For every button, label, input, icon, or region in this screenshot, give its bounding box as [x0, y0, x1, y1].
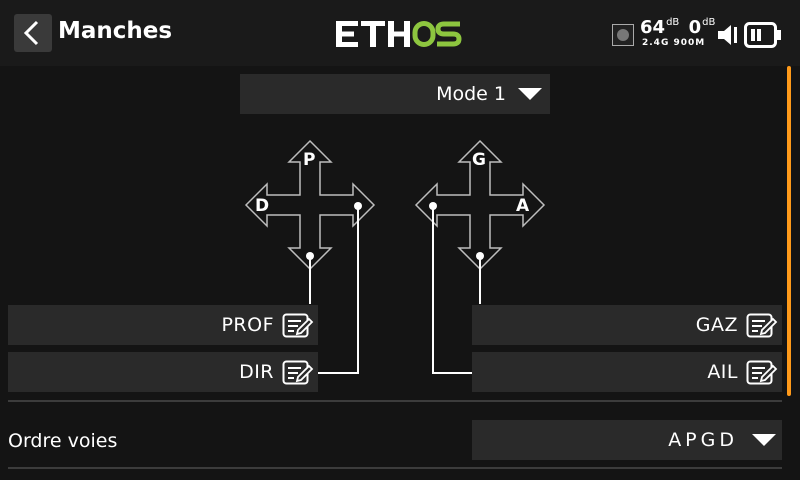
channel-gaz-label: GAZ: [695, 314, 738, 336]
channel-ail-field[interactable]: AIL: [472, 352, 782, 392]
back-button[interactable]: [14, 14, 52, 52]
mode-select[interactable]: Mode 1: [240, 74, 550, 114]
status-area: 64dB 0dB 2.4G 900M: [612, 16, 792, 52]
edit-icon[interactable]: [746, 360, 778, 386]
back-icon: [23, 20, 39, 46]
speaker-icon: [718, 25, 737, 45]
divider-top: [8, 400, 782, 402]
edit-icon[interactable]: [282, 360, 314, 386]
rssi-readout: 64dB 0dB: [640, 17, 716, 38]
left-stick-left-label: D: [255, 196, 270, 216]
channel-order-value: APGD: [668, 429, 738, 451]
channel-dir-field[interactable]: DIR: [8, 352, 318, 392]
mode-select-value: Mode 1: [436, 83, 506, 105]
header-bar: Manches 64dB 0dB 2.4G 900M: [0, 0, 800, 66]
left-stick-up-label: P: [303, 150, 316, 170]
record-icon: [612, 24, 634, 46]
channel-dir-label: DIR: [239, 361, 274, 383]
main-panel: [0, 66, 800, 480]
right-stick-right-label: A: [516, 196, 530, 216]
band-label: 2.4G 900M: [642, 38, 706, 48]
battery-icon: [744, 22, 781, 48]
channel-prof-field[interactable]: PROF: [8, 305, 318, 345]
dropdown-icon: [752, 434, 776, 446]
channel-ail-label: AIL: [707, 361, 738, 383]
channel-order-label: Ordre voies: [8, 430, 118, 452]
edit-icon[interactable]: [282, 313, 314, 339]
channel-order-select[interactable]: APGD: [472, 420, 782, 460]
divider-bottom: [8, 467, 782, 469]
channel-prof-label: PROF: [221, 314, 274, 336]
channel-gaz-field[interactable]: GAZ: [472, 305, 782, 345]
right-stick-up-label: G: [472, 150, 486, 170]
edit-icon[interactable]: [746, 313, 778, 339]
page-title: Manches: [58, 18, 173, 44]
scrollbar[interactable]: [787, 66, 791, 396]
ethos-logo: [336, 18, 464, 54]
dropdown-icon: [518, 88, 542, 100]
